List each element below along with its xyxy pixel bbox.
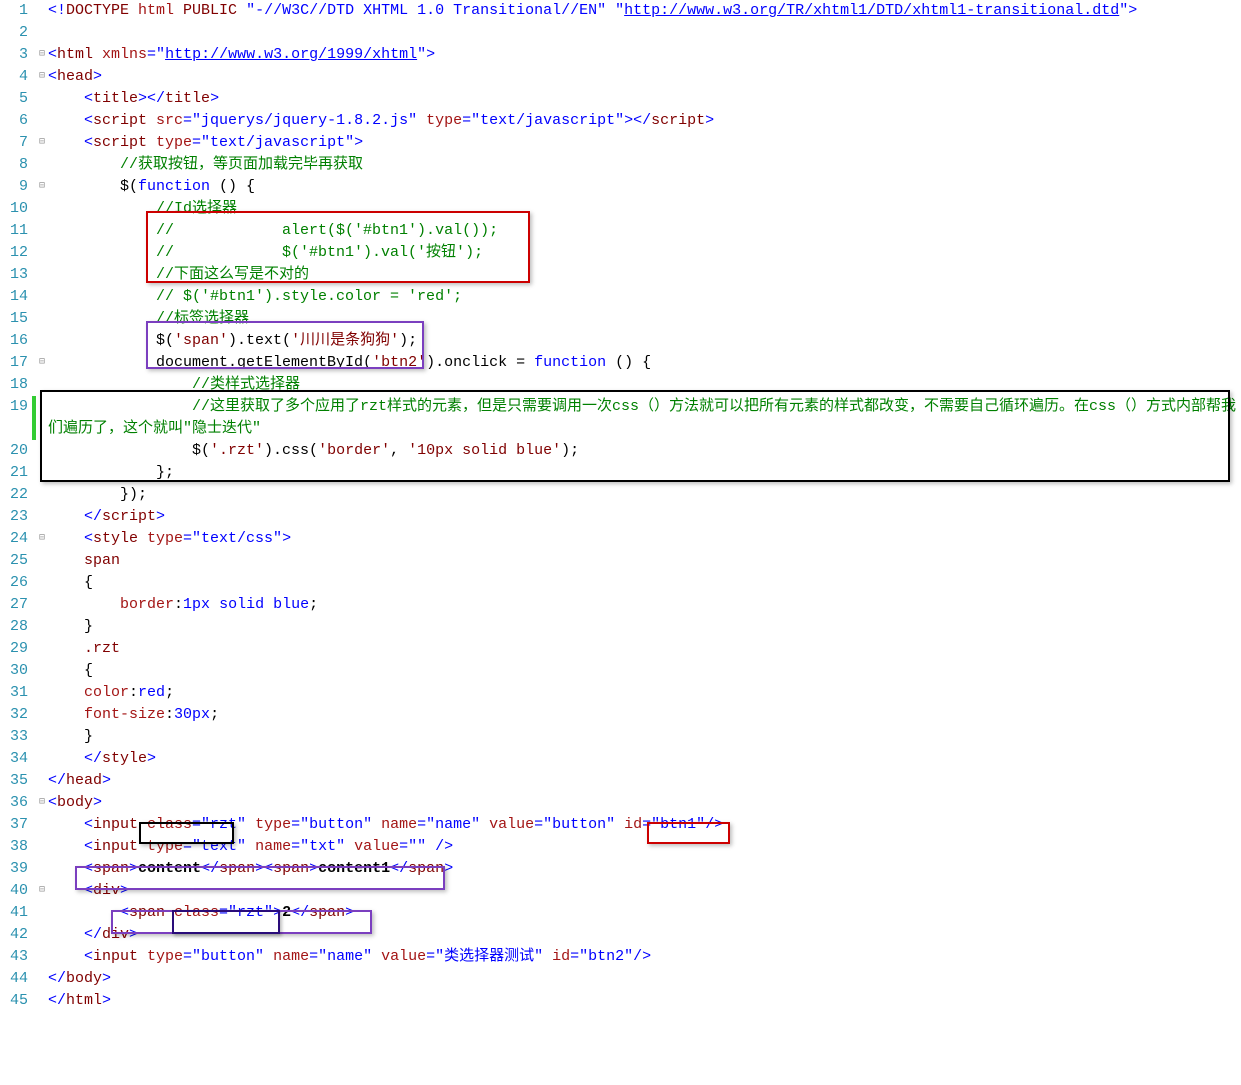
code-line[interactable]: 25 span xyxy=(0,550,1241,572)
code-line[interactable]: 33 } xyxy=(0,726,1241,748)
code-line[interactable]: 5 <title></title> xyxy=(0,88,1241,110)
code-line[interactable]: 38 <input type="text" name="txt" value="… xyxy=(0,836,1241,858)
code-line[interactable]: 24⊟ <style type="text/css"> xyxy=(0,528,1241,550)
code-line[interactable]: 14 // $('#btn1').style.color = 'red'; xyxy=(0,286,1241,308)
code-line[interactable]: 37 <input class="rzt" type="button" name… xyxy=(0,814,1241,836)
code-line[interactable]: 39 <span>content</span><span>content1</s… xyxy=(0,858,1241,880)
code-line[interactable]: 8 //获取按钮，等页面加载完毕再获取 xyxy=(0,154,1241,176)
code-line[interactable]: 32 font-size:30px; xyxy=(0,704,1241,726)
code-line[interactable]: 40⊟ <div> xyxy=(0,880,1241,902)
code-line[interactable]: 10 //Id选择器 xyxy=(0,198,1241,220)
line-number: 1 xyxy=(0,0,32,22)
code-line[interactable]: 42 </div> xyxy=(0,924,1241,946)
code-line[interactable]: 28 } xyxy=(0,616,1241,638)
line-number: 3 xyxy=(0,44,32,66)
fold-toggle[interactable]: ⊟ xyxy=(36,44,48,66)
code-line[interactable]: 19 //这里获取了多个应用了rzt样式的元素，但是只需要调用一次css（）方法… xyxy=(0,396,1241,440)
code-line[interactable]: 26 { xyxy=(0,572,1241,594)
code-line[interactable]: 13 //下面这么写是不对的 xyxy=(0,264,1241,286)
code-line[interactable]: 34 </style> xyxy=(0,748,1241,770)
code-line[interactable]: 15 //标签选择器 xyxy=(0,308,1241,330)
code-line[interactable]: 3 ⊟ <html xmlns="http://www.w3.org/1999/… xyxy=(0,44,1241,66)
code-line[interactable]: 35 </head> xyxy=(0,770,1241,792)
code-line[interactable]: 41 <span class="rzt">2</span> xyxy=(0,902,1241,924)
code-line[interactable]: 4⊟ <head> xyxy=(0,66,1241,88)
code-line[interactable]: 17⊟ document.getElementById('btn2').oncl… xyxy=(0,352,1241,374)
code-line[interactable]: 23 </script> xyxy=(0,506,1241,528)
code-line[interactable]: 9⊟ $(function () { xyxy=(0,176,1241,198)
code-line[interactable]: 22 }); xyxy=(0,484,1241,506)
code-line[interactable]: 44 </body> xyxy=(0,968,1241,990)
code-line[interactable]: 30 { xyxy=(0,660,1241,682)
code-line[interactable]: 27 border:1px solid blue; xyxy=(0,594,1241,616)
code-line[interactable]: 2 xyxy=(0,22,1241,44)
code-line[interactable]: 29 .rzt xyxy=(0,638,1241,660)
code-line[interactable]: 1 <!DOCTYPE html PUBLIC "-//W3C//DTD XHT… xyxy=(0,0,1241,22)
code-editor[interactable]: 1 <!DOCTYPE html PUBLIC "-//W3C//DTD XHT… xyxy=(0,0,1241,1012)
code-line[interactable]: 36⊟ <body> xyxy=(0,792,1241,814)
code-line[interactable]: 11 // alert($('#btn1').val()); xyxy=(0,220,1241,242)
code-line[interactable]: 20 $('.rzt').css('border', '10px solid b… xyxy=(0,440,1241,462)
code-line[interactable]: 12 // $('#btn1').val('按钮'); xyxy=(0,242,1241,264)
code-line[interactable]: 21 }; xyxy=(0,462,1241,484)
code-line[interactable]: 16 $('span').text('川川是条狗狗'); xyxy=(0,330,1241,352)
code-line[interactable]: 43 <input type="button" name="name" valu… xyxy=(0,946,1241,968)
code-text[interactable]: <!DOCTYPE html PUBLIC "-//W3C//DTD XHTML… xyxy=(48,0,1241,22)
code-line[interactable]: 18 //类样式选择器 xyxy=(0,374,1241,396)
code-line[interactable]: 45 </html> xyxy=(0,990,1241,1012)
line-number: 2 xyxy=(0,22,32,44)
code-line[interactable]: 31 color:red; xyxy=(0,682,1241,704)
code-line[interactable]: 6 <script src="jquerys/jquery-1.8.2.js" … xyxy=(0,110,1241,132)
code-line[interactable]: 7⊟ <script type="text/javascript"> xyxy=(0,132,1241,154)
